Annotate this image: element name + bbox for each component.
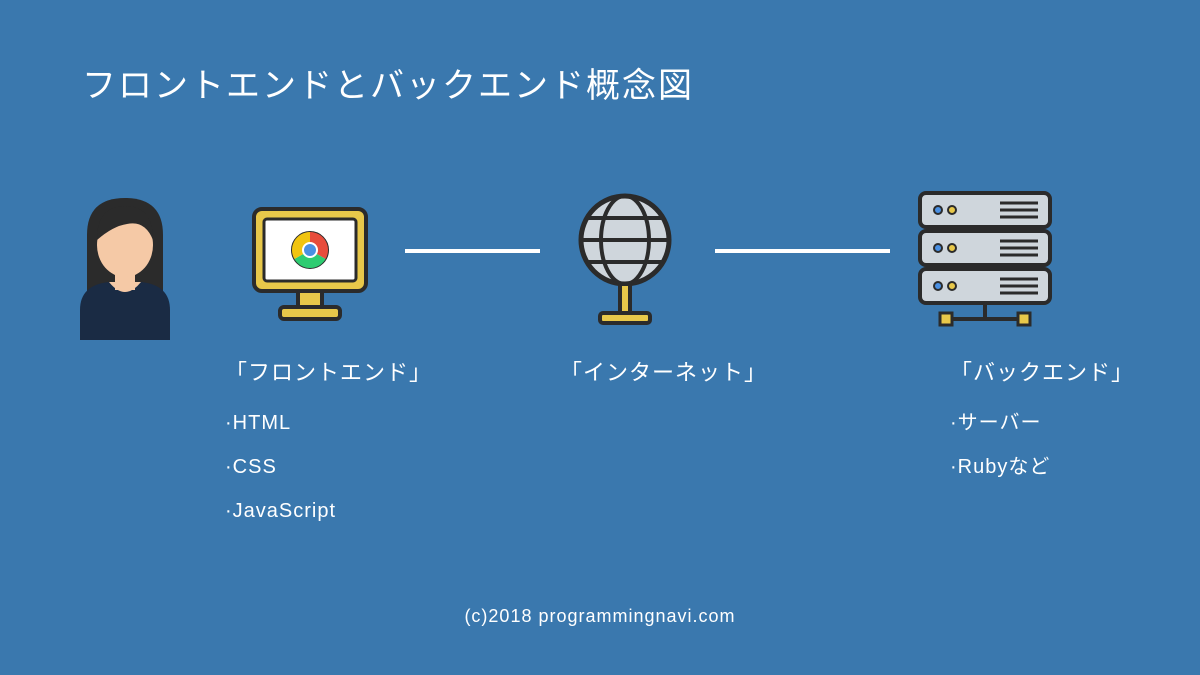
backend-column: 「バックエンド」 ·サーバー ·Rubyなど	[950, 355, 1134, 489]
frontend-heading: 「フロントエンド」	[225, 355, 432, 387]
backend-heading: 「バックエンド」	[950, 355, 1134, 387]
server-rack-icon	[910, 185, 1060, 345]
frontend-column: 「フロントエンド」 ·HTML ·CSS ·JavaScript	[225, 355, 432, 533]
internet-column: 「インターネット」	[560, 355, 767, 401]
internet-heading: 「インターネット」	[560, 355, 767, 387]
connector-line	[405, 249, 540, 253]
frontend-item: ·CSS	[225, 445, 432, 489]
page-title: フロントエンドとバックエンド概念図	[82, 58, 694, 107]
footer-credit: (c)2018 programmingnavi.com	[0, 606, 1200, 627]
user-icon	[65, 190, 185, 340]
backend-item: ·サーバー	[950, 401, 1134, 445]
backend-item: ·Rubyなど	[950, 445, 1134, 489]
frontend-item: ·HTML	[225, 401, 432, 445]
connector-line	[715, 249, 890, 253]
browser-monitor-icon	[240, 195, 380, 335]
globe-icon	[560, 185, 690, 345]
diagram-row	[0, 185, 1200, 345]
frontend-item: ·JavaScript	[225, 489, 432, 533]
